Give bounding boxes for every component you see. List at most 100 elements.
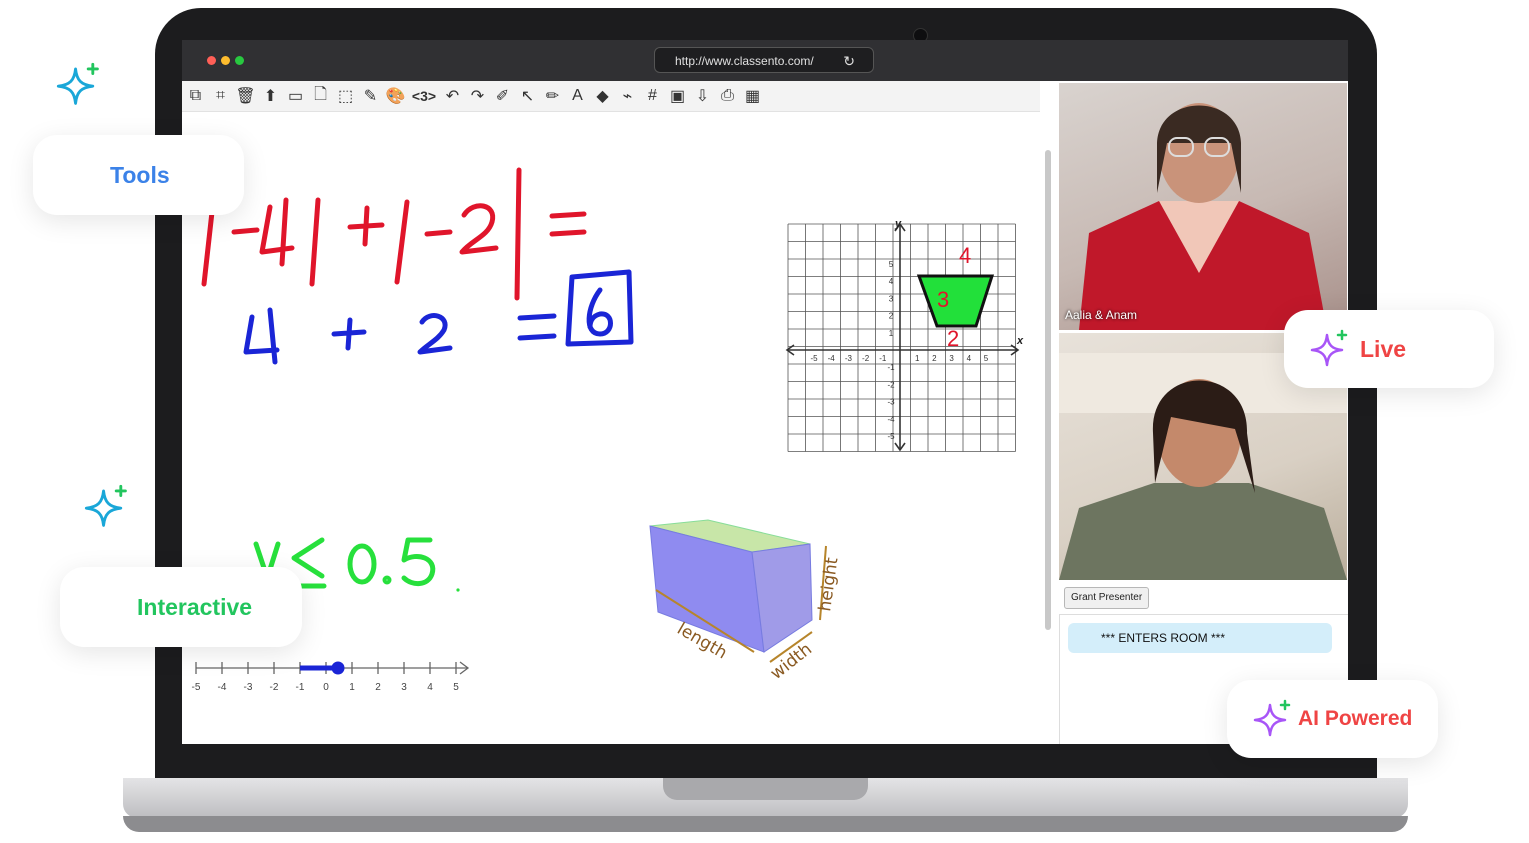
screen-share-icon[interactable]: ▣ [666,85,689,108]
laptop-notch [663,778,868,800]
close-window-button[interactable] [207,56,216,65]
plus-2 [331,317,367,351]
digit-6 [586,287,613,337]
y-tick-label: -4 [887,415,895,424]
number-line-tick-label: 2 [375,682,381,693]
whiteboard-canvas[interactable]: -5 -4 -3 -2 -1 0 1 2 3 4 5 -5 -4 -3 -2 -1 1 2 3 4 5 5 4 3 2 1 -1-… [182,112,1057,744]
link-icon[interactable]: ⌁ [616,85,639,108]
abs-bar-2 [309,197,321,287]
upload-icon[interactable]: ⬆ [259,85,282,108]
pointer-icon[interactable]: ↖ [516,85,539,108]
laptop-base-edge [123,816,1408,832]
calculator-icon[interactable]: ▦ [741,85,764,108]
rectangular-prism [649,519,813,653]
x-tick-label: -4 [828,354,836,363]
sparkle-icon [1310,329,1348,367]
text-icon[interactable]: A [566,85,589,108]
crop-icon[interactable]: ⌗ [209,85,232,108]
trash-icon[interactable]: 🗑 [234,85,257,108]
y-tick-label: -3 [887,398,895,407]
y-tick-label: -2 [887,380,895,389]
equation-result [243,269,634,365]
small-dot [456,588,460,592]
whiteboard-scrollbar[interactable] [1045,150,1051,630]
download-icon[interactable]: ⇩ [691,85,714,108]
new-page-icon[interactable]: 🗋 [309,85,332,108]
number-line-labels: -5 -4 -3 -2 -1 0 1 2 3 4 5 [192,682,460,693]
y-tick-label: 1 [889,329,894,338]
equation-abs-values [201,167,587,301]
browser-titlebar: http://www.classento.com/ ↻ [182,40,1348,81]
shapes-icon[interactable]: ◆ [591,85,614,108]
tools-pill[interactable]: Tools [33,135,244,215]
y-tick-label: -5 [887,432,895,441]
y-tick-label: 3 [889,294,894,303]
sparkle-icon [56,62,99,105]
page-counter[interactable]: <3> [409,85,439,108]
pencil-icon[interactable]: ✎ [359,85,382,108]
interactive-pill[interactable]: Interactive [60,567,302,647]
minus-2 [424,229,453,237]
grid-icon[interactable]: # [641,85,664,108]
number-line-tick-label: 4 [427,682,433,693]
x-tick-label: 2 [932,354,937,363]
x-tick-label: 1 [915,354,920,363]
url-text: http://www.classento.com/ [675,54,814,68]
x-tick-label: -3 [845,354,853,363]
whiteboard-toolbar: ⧉ ⌗ 🗑 ⬆ ▭ 🗋 ⬚ ✎ 🎨 <3> ↶ ↷ ✐ ↖ ✏ A ◆ ⌁ # ▣ ⇩ ⎙ ▦ [182,81,1040,112]
equals-1 [549,211,587,237]
minus-1 [231,227,260,235]
address-bar[interactable]: http://www.classento.com/ ↻ [654,47,874,73]
y-tick-label: 4 [889,277,894,286]
digit-2 [459,203,499,255]
digit-4-b [243,307,280,365]
abs-bar-4 [514,167,522,301]
decimal-point [382,575,392,585]
x-tick-label: 3 [949,354,954,363]
ai-powered-pill[interactable]: AI Powered [1227,680,1438,758]
digit-5 [401,537,436,586]
plus [347,205,385,247]
number-line-tick-label: -3 [244,682,253,693]
x-tick-label: -5 [810,354,818,363]
student-video-feed [1079,103,1327,330]
chat-message: *** ENTERS ROOM *** [1068,623,1332,653]
grant-presenter-button[interactable]: Grant Presenter [1064,587,1150,609]
participant-name: Aalia & Anam [1065,308,1138,322]
maximize-window-button[interactable] [235,56,244,65]
video-tile-1[interactable]: Aalia & Anam [1059,83,1347,330]
print-icon[interactable]: ⎙ [716,85,739,108]
number-line-tick-label: -4 [218,682,227,693]
undo-icon[interactable]: ↶ [441,85,464,108]
live-pill[interactable]: Live [1284,310,1494,388]
x-tick-label: -1 [879,354,887,363]
whiteboard-drawing: -5 -4 -3 -2 -1 0 1 2 3 4 5 -5 -4 -3 -2 -1 1 2 3 4 554321-1-… [192,167,1024,693]
palette-icon[interactable]: 🎨 [384,85,407,108]
laptop-screen: http://www.classento.com/ ↻ ⧉ ⌗ 🗑 ⬆ ▭ 🗋 ⬚ ✎ 🎨 <3>… [182,40,1348,744]
minimize-window-button[interactable] [221,56,230,65]
marquee-select-icon[interactable]: ⬚ [334,85,357,108]
interactive-pill-label: Interactive [137,593,253,620]
live-pill-label: Live [1360,335,1407,362]
digit-4-a [259,197,295,267]
digit-0 [347,543,377,585]
number-line-tick-label: -2 [270,682,279,693]
number-line-tick-label: -5 [192,682,201,693]
trapezoid-shape [916,274,995,328]
number-line-point [331,661,345,675]
number-line-tick-label: 5 [453,682,459,693]
reload-icon[interactable]: ↻ [843,48,855,74]
number-line-tick-label: 1 [349,682,355,693]
trapezoid-label-top: 4 [959,243,971,268]
marker-icon[interactable]: ✏ [541,85,564,108]
x-tick-label: 4 [967,354,972,363]
sparkle-icon [84,484,127,527]
page-icon[interactable]: ▭ [284,85,307,108]
digit-2-b [417,313,453,355]
abs-bar-1 [201,209,215,287]
height-label: height [815,556,842,613]
highlighter-icon[interactable]: ✐ [491,85,514,108]
coordinate-grid [787,223,1016,452]
select-pages-icon[interactable]: ⧉ [184,85,207,108]
redo-icon[interactable]: ↷ [466,85,489,108]
